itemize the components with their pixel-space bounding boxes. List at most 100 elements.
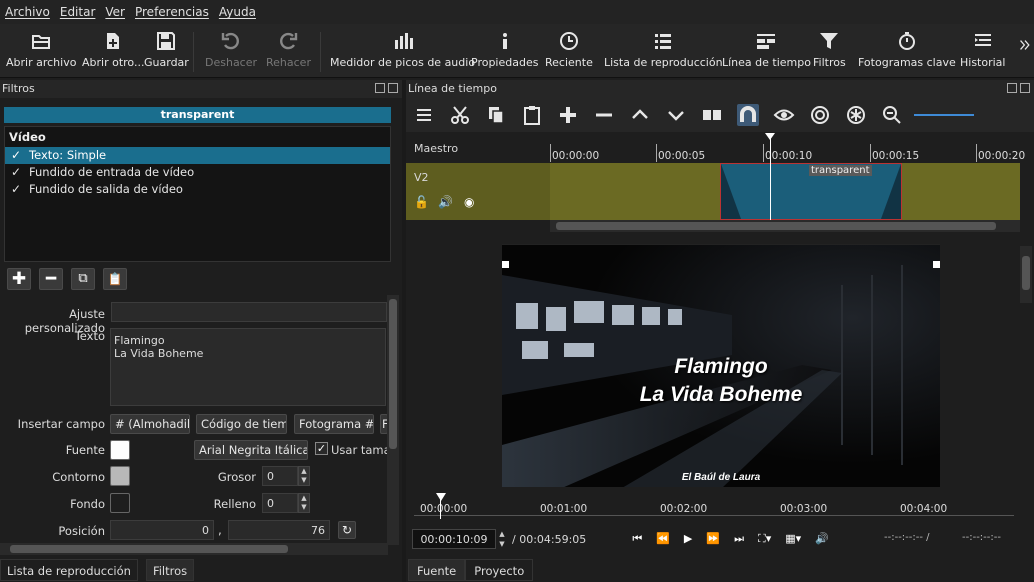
timeline-clip[interactable]: transparent (720, 163, 902, 220)
preset-combo[interactable] (111, 302, 387, 322)
open-file-button[interactable]: Abrir archivo (6, 30, 76, 76)
position-timecode[interactable]: 00:00:10:09 (412, 529, 496, 549)
play-icon[interactable]: ▶ (684, 532, 692, 546)
redo-button[interactable]: Rehacer (266, 30, 311, 76)
properties-button[interactable]: Propiedades (471, 30, 538, 76)
menu-archivo[interactable]: Archivo (0, 5, 55, 19)
timeline-horizontal-scrollbar[interactable] (550, 220, 1020, 232)
timeline-button[interactable]: Línea de tiempo (722, 30, 811, 76)
font-button[interactable]: Arial Negrita Itálica 80 (194, 440, 308, 460)
paste-icon[interactable] (521, 104, 543, 126)
spin-arrows-icon[interactable]: ▲ ▼ (298, 493, 310, 513)
save-button[interactable]: Guardar (144, 30, 189, 76)
skip-previous-icon[interactable]: ⏮ (632, 532, 642, 546)
video-preview[interactable]: Flamingo La Vida Boheme El Baúl de Laura (502, 244, 940, 487)
keyframes-button[interactable]: Fotogramas clave (858, 30, 956, 76)
minus-icon[interactable] (593, 104, 615, 126)
font-color-swatch[interactable] (110, 440, 130, 460)
open-other-button[interactable]: Abrir otro... (82, 30, 144, 76)
float-icon[interactable] (1007, 83, 1017, 93)
zoom-icon[interactable]: ⛶▾ (758, 532, 771, 546)
tab-project[interactable]: Proyecto (465, 559, 534, 581)
float-icon[interactable] (375, 83, 385, 93)
menu-editar[interactable]: Editar (55, 5, 101, 19)
check-icon[interactable]: ✓ (11, 147, 21, 164)
copy-filter-button[interactable]: ⧉ (71, 268, 95, 290)
chevron-up-icon[interactable] (629, 104, 651, 126)
filter-item[interactable]: ✓ Texto: Simple (5, 147, 390, 164)
menu-icon[interactable] (413, 104, 435, 126)
fast-forward-icon[interactable]: ⏩ (706, 532, 720, 546)
snap-magnet-icon[interactable] (737, 104, 759, 126)
eye-icon[interactable]: ◉ (464, 195, 474, 209)
timeline-ruler[interactable]: Maestro 00:00:00 00:00:05 00:00:10 00:00… (406, 136, 1034, 163)
scrub-playhead[interactable] (436, 493, 446, 501)
zoom-slider[interactable] (914, 114, 974, 116)
remove-filter-button[interactable]: ━ (39, 268, 63, 290)
grid-icon[interactable]: ▦▾ (785, 532, 801, 546)
insert-timecode-button[interactable]: Código de tiempo (196, 414, 287, 434)
filters-vertical-scrollbar[interactable] (387, 295, 399, 545)
undo-button[interactable]: Deshacer (205, 30, 257, 76)
position-x-field[interactable]: 0 (110, 520, 214, 540)
text-area[interactable]: Flamingo La Vida Boheme (110, 328, 386, 406)
resize-handle[interactable] (502, 261, 509, 268)
filters-horizontal-scrollbar[interactable] (0, 543, 388, 555)
recent-button[interactable]: Reciente (545, 30, 593, 76)
menu-ver[interactable]: Ver (100, 5, 130, 19)
split-icon[interactable] (701, 104, 723, 126)
background-color-swatch[interactable] (110, 493, 130, 513)
master-track-label: Maestro (414, 142, 459, 155)
add-filter-button[interactable]: ✚ (7, 268, 31, 290)
resize-handle[interactable] (933, 261, 940, 268)
mute-icon[interactable]: 🔊 (438, 195, 453, 209)
peak-meter-button[interactable]: Medidor de picos de audio (330, 30, 475, 76)
position-y-field[interactable]: 76 (228, 520, 330, 540)
playlist-button[interactable]: Lista de reproducción (604, 30, 723, 76)
volume-icon[interactable]: 🔊 (815, 532, 829, 546)
filters-panel-header: Filtros (0, 80, 402, 98)
filter-item[interactable]: ✓ Fundido de salida de vídeo (5, 181, 390, 198)
tab-source[interactable]: Fuente (408, 559, 466, 581)
scrub-bar[interactable]: 00:00:00 00:01:00 00:02:00 00:03:00 00:0… (414, 493, 1026, 519)
scrub-eye-icon[interactable] (773, 104, 795, 126)
lock-icon[interactable]: 🔓 (414, 195, 429, 209)
insert-frame-button[interactable]: Fotograma # (294, 414, 374, 434)
reset-icon[interactable]: ↻ (338, 521, 356, 539)
playhead[interactable] (770, 136, 771, 220)
menu-ayuda[interactable]: Ayuda (214, 5, 261, 19)
zoom-out-icon[interactable] (881, 104, 903, 126)
history-button[interactable]: Historial (960, 30, 1005, 76)
chevron-down-icon[interactable] (665, 104, 687, 126)
menu-preferencias[interactable]: Preferencias (130, 5, 214, 19)
preset-bar: transparent (4, 107, 391, 123)
copy-icon[interactable] (485, 104, 507, 126)
spin-arrows-icon[interactable]: ▲ ▼ (298, 466, 310, 486)
filter-item[interactable]: ✓ Fundido de entrada de vídeo (5, 164, 390, 181)
tab-playlist[interactable]: Lista de reproducción (0, 559, 138, 581)
track-vertical-scrollbar[interactable] (1020, 246, 1032, 303)
tab-filters[interactable]: Filtros (145, 559, 195, 581)
rewind-icon[interactable]: ⏪ (656, 532, 670, 546)
track-area[interactable]: transparent (550, 163, 1020, 220)
plus-icon[interactable] (557, 104, 579, 126)
track-header[interactable]: V2 🔓 🔊 ◉ (406, 163, 550, 220)
thickness-spinbox[interactable]: 0 (262, 466, 298, 486)
padding-spinbox[interactable]: 0 (262, 493, 298, 513)
close-icon[interactable] (1020, 83, 1030, 93)
skip-next-icon[interactable]: ⏭ (734, 532, 744, 546)
filters-button[interactable]: Filtros (813, 30, 846, 76)
spin-arrows-icon[interactable]: ▲ ▼ (496, 529, 508, 549)
toolbar-overflow-icon[interactable] (1018, 38, 1032, 84)
close-icon[interactable] (388, 83, 398, 93)
scrub-tick: 00:00:00 (420, 503, 468, 515)
ripple-icon[interactable] (809, 104, 831, 126)
check-icon[interactable]: ✓ (11, 164, 21, 181)
cut-icon[interactable] (449, 104, 471, 126)
ripple-all-icon[interactable] (845, 104, 867, 126)
insert-hash-button[interactable]: # (Almohadilla) (110, 414, 190, 434)
check-icon[interactable]: ✓ (11, 181, 21, 198)
use-size-checkbox[interactable]: ✓ (315, 442, 328, 455)
paste-filter-button[interactable]: 📋 (103, 268, 127, 290)
outline-color-swatch[interactable] (110, 466, 130, 486)
